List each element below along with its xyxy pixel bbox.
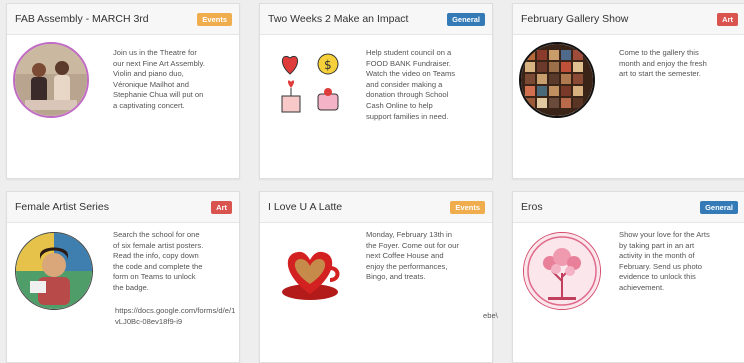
event-image: $ xyxy=(270,44,350,124)
event-image xyxy=(274,234,346,306)
form-link[interactable]: https://docs.google.com/forms/d/e/1 vLJ0… xyxy=(115,306,235,327)
charity-icons: $ xyxy=(270,44,350,124)
event-image xyxy=(13,42,89,118)
card-title: February Gallery Show xyxy=(521,13,629,25)
card-eros[interactable]: Eros General Show your love for the Arts… xyxy=(512,191,744,363)
gallery-mosaic-icon xyxy=(521,44,593,116)
card-title: Eros xyxy=(521,201,543,213)
card-header: February Gallery Show Art xyxy=(513,4,744,35)
heart-tree-icon xyxy=(524,233,600,309)
event-image xyxy=(523,232,601,310)
card-header: Female Artist Series Art xyxy=(7,192,239,223)
card-header: FAB Assembly - MARCH 3rd Events xyxy=(7,4,239,35)
category-badge: Art xyxy=(211,201,232,214)
card-title: Two Weeks 2 Make an Impact xyxy=(268,13,409,25)
card-description: Help student council on a FOOD BANK Fund… xyxy=(366,48,456,121)
category-badge: Events xyxy=(197,13,232,26)
card-header: Eros General xyxy=(513,192,744,223)
event-image xyxy=(15,232,93,310)
card-fab-assembly[interactable]: FAB Assembly - MARCH 3rd Events Join us … xyxy=(6,3,240,179)
card-title: FAB Assembly - MARCH 3rd xyxy=(15,13,149,25)
artist-portrait-icon xyxy=(16,233,92,309)
category-badge: General xyxy=(447,13,485,26)
card-description: Monday, February 13th in the Foyer. Come… xyxy=(366,230,459,282)
card-description: Search the school for one of six female … xyxy=(113,230,204,292)
card-description: Show your love for the Arts by taking pa… xyxy=(619,230,710,292)
category-badge: General xyxy=(700,201,738,214)
card-latte[interactable]: I Love U A Latte Events Monday, February… xyxy=(259,191,493,363)
musicians-photo-icon xyxy=(15,44,87,116)
category-badge: Events xyxy=(450,201,485,214)
card-description: Come to the gallery this month and enjoy… xyxy=(619,48,707,79)
event-image xyxy=(519,42,595,118)
card-february-gallery[interactable]: February Gallery Show Art Come to the ga… xyxy=(512,3,744,179)
card-two-weeks[interactable]: Two Weeks 2 Make an Impact General $ Hel… xyxy=(259,3,493,179)
card-header: I Love U A Latte Events xyxy=(260,192,492,223)
category-badge: Art xyxy=(717,13,738,26)
card-header: Two Weeks 2 Make an Impact General xyxy=(260,4,492,35)
card-title: Female Artist Series xyxy=(15,201,109,213)
heart-cup-icon xyxy=(274,234,346,306)
card-title: I Love U A Latte xyxy=(268,201,343,213)
card-description: Join us in the Theatre for our next Fine… xyxy=(113,48,205,110)
card-female-artist[interactable]: Female Artist Series Art Search the scho… xyxy=(6,191,240,363)
svg-text:$: $ xyxy=(324,58,332,72)
overflow-text: ebe\ xyxy=(483,311,498,320)
